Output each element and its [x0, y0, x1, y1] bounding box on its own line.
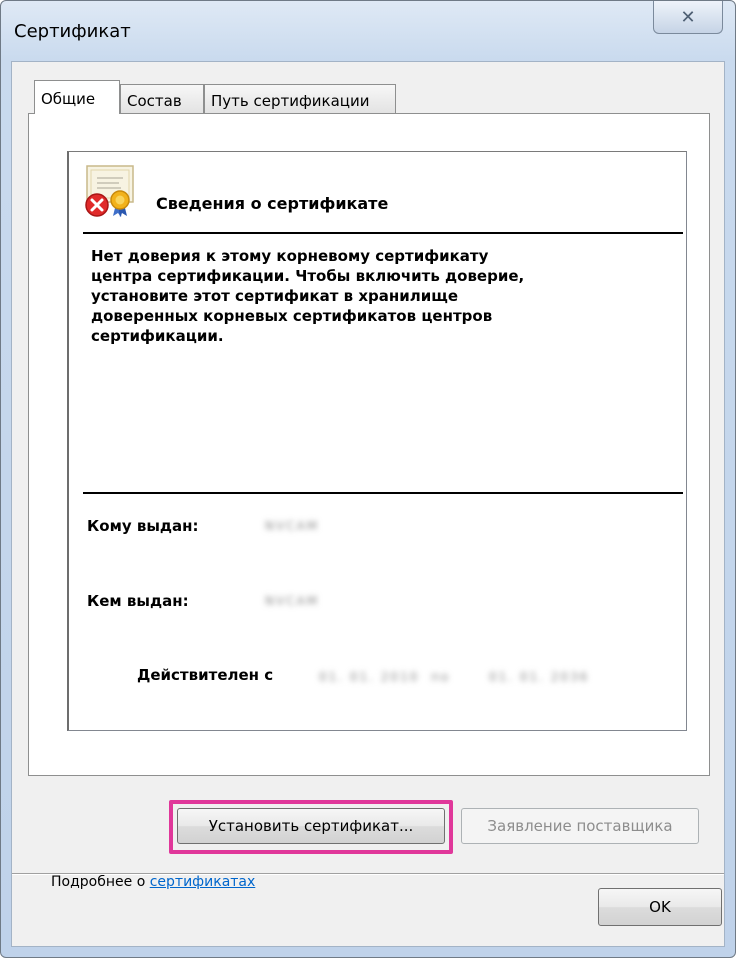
heading-divider — [83, 232, 683, 234]
valid-from-label: Действителен с — [137, 666, 274, 684]
certificate-info-box: Сведения о сертификате Нет доверия к это… — [67, 151, 687, 731]
issued-to-label: Кому выдан: — [87, 517, 199, 535]
issued-to-value: NVCAM — [265, 519, 320, 533]
more-info-text: Подробнее о сертификатах — [51, 874, 255, 890]
install-certificate-button[interactable]: Установить сертификат... — [177, 808, 445, 844]
certificate-info-heading: Сведения о сертификате — [156, 194, 389, 213]
warning-line: Нет доверия к этому корневому сертификат… — [91, 247, 489, 265]
more-info-prefix: Подробнее о — [51, 874, 150, 890]
tab-label: Состав — [127, 92, 182, 110]
valid-to-label: по — [431, 670, 451, 684]
tab-label: Путь сертификации — [211, 92, 370, 110]
tab-certification-path[interactable]: Путь сертификации — [204, 84, 396, 113]
close-icon: ✕ — [680, 6, 696, 28]
ok-button[interactable]: OK — [598, 888, 722, 926]
issuer-statement-button[interactable]: Заявление поставщика — [461, 808, 699, 844]
certificates-link[interactable]: сертификатах — [150, 874, 256, 890]
certificate-dialog: Сертификат ✕ Общие Состав Путь сертифика… — [0, 0, 736, 958]
warning-line: доверенных корневых сертификатов центров — [91, 307, 493, 325]
trust-warning-text: Нет доверия к этому корневому сертификат… — [91, 246, 651, 346]
issued-by-value: NVCAM — [265, 594, 320, 608]
issued-by-label: Кем выдан: — [87, 592, 189, 610]
window-title: Сертификат — [14, 21, 131, 42]
footer-separator — [12, 873, 724, 874]
warning-line: сертификации. — [91, 327, 224, 345]
tab-details[interactable]: Состав — [120, 84, 204, 113]
valid-to-value: 01. 01. 2036 — [489, 670, 590, 684]
tab-label: Общие — [41, 90, 96, 108]
warning-line: установите этот сертификат в хранилище — [91, 287, 459, 305]
tab-general[interactable]: Общие — [34, 80, 120, 114]
dialog-client-area: Общие Состав Путь сертификации Сведения … — [11, 61, 725, 947]
warning-line: центра сертификации. Чтобы включить дове… — [91, 267, 525, 285]
details-divider — [83, 492, 683, 494]
certificate-error-icon — [85, 165, 134, 217]
valid-from-value: 01. 01. 2010 — [319, 670, 420, 684]
general-tab-panel: Сведения о сертификате Нет доверия к это… — [28, 113, 710, 890]
close-button[interactable]: ✕ — [653, 1, 723, 34]
